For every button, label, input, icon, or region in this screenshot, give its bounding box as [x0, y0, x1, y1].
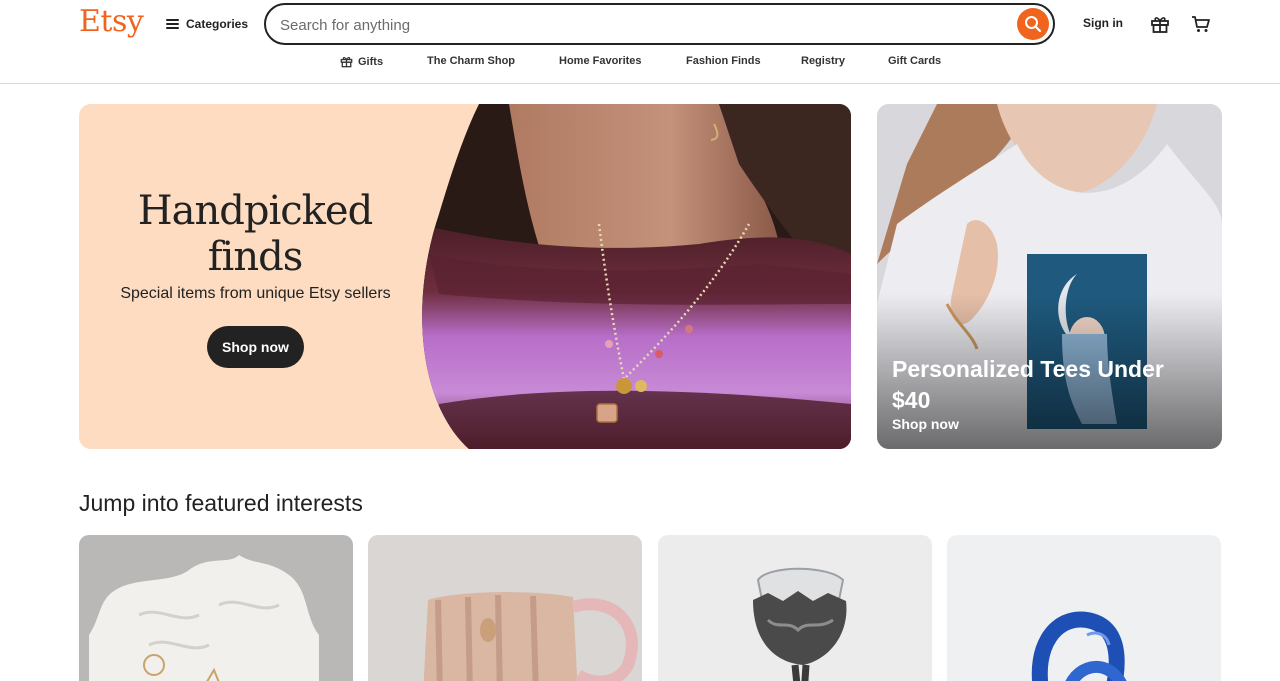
hero-shop-now-button[interactable]: Shop now	[207, 326, 304, 368]
ceramic-mug-image	[368, 535, 642, 681]
hero-title: Handpicked finds	[137, 188, 373, 280]
nav-item-label: Gifts	[358, 55, 384, 68]
search-button[interactable]	[1017, 8, 1049, 40]
gift-icon	[340, 57, 353, 68]
nav-item-gift-cards[interactable]: Gift Cards	[888, 55, 941, 67]
hero-subtitle: Special items from unique Etsy sellers	[120, 285, 391, 302]
promo-card-personalized-tees[interactable]: Personalized Tees Under $40 Shop now	[877, 104, 1222, 449]
trinket-dish-image	[79, 535, 353, 681]
goblet-image	[658, 535, 932, 681]
nav-item-registry[interactable]: Registry	[801, 55, 845, 67]
featured-interests-heading: Jump into featured interests	[79, 490, 363, 516]
categories-label: Categories	[186, 17, 249, 31]
categories-button[interactable]: Categories	[166, 14, 248, 34]
nav-item-charm-shop[interactable]: The Charm Shop	[427, 55, 515, 67]
featured-card-goblet[interactable]	[658, 535, 932, 681]
search-bar	[264, 3, 1055, 45]
hero-banner: Handpicked finds Special items from uniq…	[79, 104, 851, 449]
etsy-logo[interactable]: Etsy	[79, 4, 144, 39]
gift-icon[interactable]	[1150, 14, 1170, 34]
nav-item-fashion-finds[interactable]: Fashion Finds	[686, 55, 761, 67]
sign-in-link[interactable]: Sign in	[1083, 16, 1123, 30]
featured-card-ceramic-mug[interactable]	[368, 535, 642, 681]
search-input[interactable]	[280, 14, 980, 36]
promo-title: Personalized Tees Under $40	[892, 356, 1164, 413]
knot-sculpture-image	[947, 535, 1221, 681]
category-nav: Gifts The Charm Shop Home Favorites Fash…	[0, 55, 1280, 71]
cart-icon[interactable]	[1191, 14, 1211, 34]
featured-card-knot-sculpture[interactable]	[947, 535, 1221, 681]
promo-shop-now-link[interactable]: Shop now	[892, 416, 959, 432]
featured-card-trinket-dish[interactable]	[79, 535, 353, 681]
nav-item-home-favorites[interactable]: Home Favorites	[559, 55, 642, 67]
menu-icon	[166, 19, 179, 29]
nav-item-gifts[interactable]: Gifts	[340, 55, 383, 68]
search-icon	[1025, 16, 1042, 33]
site-header: Etsy Categories Sign in	[0, 0, 1280, 84]
